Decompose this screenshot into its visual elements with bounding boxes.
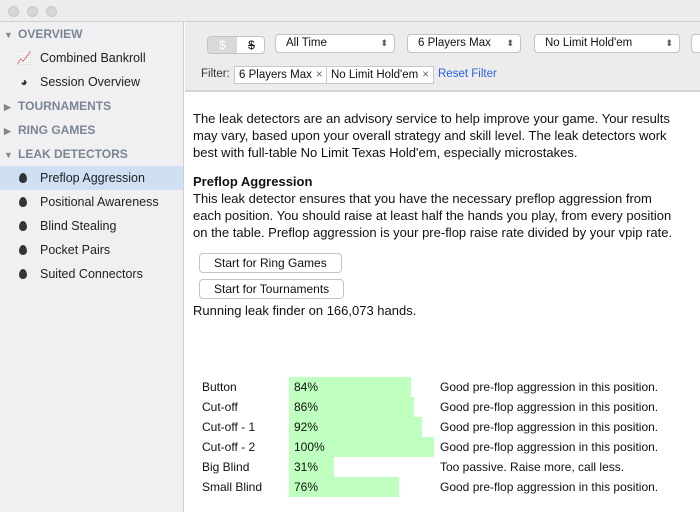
no-currency-button[interactable]: $	[237, 37, 264, 53]
advice-text: Good pre-flop aggression in this positio…	[440, 400, 659, 414]
advice-text: Good pre-flop aggression in this positio…	[440, 440, 659, 454]
result-row: Small Blind 76% Good pre-flop aggression…	[202, 477, 682, 497]
advice-text: Too passive. Raise more, call less.	[440, 460, 625, 474]
sidebar-item-blind-stealing[interactable]: Blind Stealing	[0, 214, 183, 238]
position-label: Big Blind	[202, 460, 250, 474]
close-window-button[interactable]	[8, 6, 19, 17]
results-table: Button 84% Good pre-flop aggression in t…	[202, 377, 682, 497]
result-row: Cut-off - 1 92% Good pre-flop aggression…	[202, 417, 682, 437]
sidebar-item-session-overview[interactable]: ◕ Session Overview	[0, 70, 183, 94]
sidebar-item-suited-connectors[interactable]: Suited Connectors	[0, 262, 183, 286]
chart-icon: 📈	[16, 51, 32, 65]
advice-text: Good pre-flop aggression in this positio…	[440, 480, 659, 494]
drop-icon	[19, 221, 27, 231]
sidebar-item-pocket-pairs[interactable]: Pocket Pairs	[0, 238, 183, 262]
aggression-value: 92%	[294, 420, 319, 434]
players-select[interactable]: 6 Players Max ⬍	[407, 34, 521, 53]
remove-chip-icon[interactable]: ×	[422, 69, 429, 81]
title-bar	[0, 0, 700, 22]
intro-text: The leak detectors are an advisory servi…	[193, 111, 670, 160]
filter-chip-game: No Limit Hold'em ×	[326, 66, 434, 84]
zoom-window-button[interactable]	[46, 6, 57, 17]
updown-icon: ⬍	[665, 38, 673, 48]
aggression-value: 31%	[294, 460, 319, 474]
result-row: Big Blind 31% Too passive. Raise more, c…	[202, 457, 682, 477]
updown-icon: ⬍	[506, 38, 514, 48]
detector-description: This leak detector ensures that you have…	[193, 191, 673, 240]
aggression-value: 86%	[294, 400, 319, 414]
reset-filter-link[interactable]: Reset Filter	[438, 68, 497, 80]
aggression-value: 76%	[294, 480, 319, 494]
section-ring-games[interactable]: ▶ RING GAMES	[0, 118, 183, 142]
position-label: Cut-off	[202, 400, 238, 414]
aggression-value: 100%	[294, 440, 325, 454]
sidebar: ▼ OVERVIEW 📈 Combined Bankroll ◕ Session Ov…	[0, 22, 184, 512]
disclosure-down-icon: ▼	[4, 150, 13, 160]
disclosure-down-icon: ▼	[4, 30, 13, 40]
section-leak-detectors[interactable]: ▼ LEAK DETECTORS	[0, 142, 183, 166]
updown-icon: ⬍	[380, 38, 388, 48]
position-label: Cut-off - 2	[202, 440, 256, 454]
game-select[interactable]: No Limit Hold'em ⬍	[534, 34, 680, 53]
drop-icon	[19, 197, 27, 207]
sidebar-item-preflop-aggression[interactable]: Preflop Aggression	[0, 166, 183, 190]
dollar-button[interactable]: $	[208, 37, 237, 53]
advice-text: Good pre-flop aggression in this positio…	[440, 420, 659, 434]
leak-detector-content: The leak detectors are an advisory servi…	[193, 110, 683, 319]
disclosure-right-icon: ▶	[4, 102, 11, 112]
advice-text: Good pre-flop aggression in this positio…	[440, 380, 659, 394]
filter-label: Filter:	[201, 68, 230, 80]
detector-title: Preflop Aggression	[193, 174, 313, 189]
filter-toolbar: $ $ All Time ⬍ 6 Players Max ⬍ No Limit Ho…	[185, 22, 700, 92]
sidebar-item-positional-awareness[interactable]: Positional Awareness	[0, 190, 183, 214]
minimize-window-button[interactable]	[27, 6, 38, 17]
sidebar-item-combined-bankroll[interactable]: 📈 Combined Bankroll	[0, 46, 183, 70]
position-label: Button	[202, 380, 237, 394]
currency-toggle: $ $	[207, 36, 265, 54]
section-overview[interactable]: ▼ OVERVIEW	[0, 22, 183, 46]
disclosure-right-icon: ▶	[4, 126, 11, 136]
section-tournaments[interactable]: ▶ TOURNAMENTS	[0, 94, 183, 118]
position-label: Small Blind	[202, 480, 263, 494]
aggression-value: 84%	[294, 380, 319, 394]
position-label: Cut-off - 1	[202, 420, 256, 434]
dashboard-icon: ◕	[20, 75, 28, 89]
drop-icon	[19, 245, 27, 255]
start-ring-games-button[interactable]: Start for Ring Games	[199, 253, 342, 273]
status-text: Running leak finder on 166,073 hands.	[193, 303, 417, 318]
start-tournaments-button[interactable]: Start for Tournaments	[199, 279, 345, 299]
filter-chip-players: 6 Players Max ×	[234, 66, 328, 84]
more-select[interactable]	[691, 34, 700, 53]
drop-icon	[19, 173, 27, 183]
time-select[interactable]: All Time ⬍	[275, 34, 395, 53]
remove-chip-icon[interactable]: ×	[316, 69, 323, 81]
result-row: Cut-off 86% Good pre-flop aggression in …	[202, 397, 682, 417]
result-row: Cut-off - 2 100% Good pre-flop aggressio…	[202, 437, 682, 457]
result-row: Button 84% Good pre-flop aggression in t…	[202, 377, 682, 397]
drop-icon	[19, 269, 27, 279]
